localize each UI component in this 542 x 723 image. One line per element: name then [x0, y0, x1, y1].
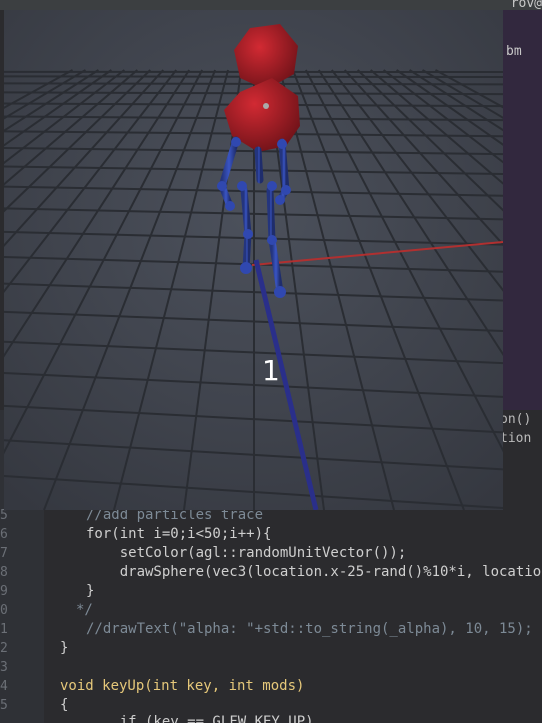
code-line[interactable]: } [86, 583, 94, 599]
side-panel [500, 10, 542, 410]
line-number: 4 [0, 679, 8, 694]
scene-canvas[interactable] [4, 10, 503, 510]
code-line[interactable]: if (key == GLFW_KEY_UP) [86, 714, 314, 723]
line-number: 5 [0, 508, 8, 523]
code-line[interactable]: { [60, 697, 68, 713]
code-fragment-right-1: on() [500, 412, 532, 427]
code-line[interactable]: void keyUp(int key, int mods) [60, 678, 304, 694]
line-number: 6 [0, 527, 8, 542]
code-line[interactable]: for(int i=0;i<50;i++){ [86, 526, 271, 542]
line-number: 7 [0, 546, 8, 561]
line-number: 8 [0, 565, 8, 580]
line-number: 5 [0, 698, 8, 713]
code-line[interactable]: drawSphere(vec3(location.x-25-rand()%10*… [86, 564, 542, 580]
line-number: 2 [0, 641, 8, 656]
frame-counter: 1 [262, 354, 280, 387]
side-panel-text: bm [506, 44, 522, 59]
code-line[interactable]: //drawText("alpha: "+std::to_string(_alp… [86, 621, 533, 637]
line-number: 9 [0, 584, 8, 599]
code-line[interactable]: } [60, 640, 68, 656]
3d-viewport[interactable]: 1 [4, 10, 503, 510]
line-number: 1 [0, 622, 8, 637]
code-line[interactable]: setColor(agl::randomUnitVector()); [86, 545, 407, 561]
line-number: 0 [0, 603, 8, 618]
pivot-marker [263, 103, 269, 109]
code-line[interactable]: */ [76, 602, 93, 618]
editor-title-bar [0, 0, 542, 10]
line-number: 3 [0, 660, 8, 675]
code-fragment-right-2: tion [500, 431, 532, 446]
